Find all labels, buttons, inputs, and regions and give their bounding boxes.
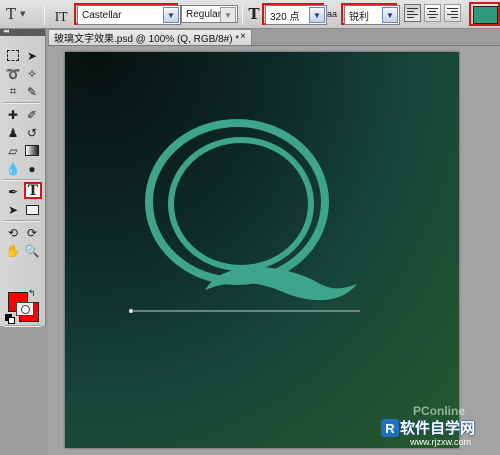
type-tool-icon: T — [6, 5, 17, 23]
chevron-down-icon[interactable]: ▼ — [309, 7, 325, 23]
options-bar: T ▼ IT Castellar ▼ Regular ▼ T 320 点 ▼ a… — [0, 0, 500, 29]
site-watermark-title: 软件自学网 — [400, 419, 476, 437]
divider — [4, 325, 41, 327]
anti-alias-select[interactable]: 锐利 ▼ — [344, 5, 400, 25]
brush-tool-icon[interactable]: ✐ — [23, 106, 41, 123]
font-style-select[interactable]: Regular ▼ — [181, 5, 238, 23]
align-left-button[interactable] — [404, 4, 421, 22]
gradient-tool-icon[interactable] — [23, 142, 41, 159]
divider — [4, 220, 41, 222]
font-family-highlight: Castellar ▼ — [74, 3, 181, 25]
text-color-swatch[interactable] — [473, 6, 498, 24]
default-colors-icon[interactable] — [5, 314, 15, 324]
canvas[interactable]: Q — [65, 52, 459, 448]
divider — [4, 179, 41, 181]
eraser-tool-icon[interactable]: ▱ — [4, 142, 22, 159]
document-tab-title: 玻璃文字效果.psd @ 100% (Q, RGB/8#) * — [54, 34, 240, 45]
crop-tool-icon[interactable]: ⌗ — [4, 83, 22, 100]
clone-stamp-tool-icon[interactable]: ♟ — [4, 124, 22, 141]
3d-rotate-tool-icon[interactable]: ⟲ — [4, 224, 22, 241]
font-size-highlight: 320 点 ▼ — [262, 3, 327, 25]
baseline-anchor — [128, 308, 134, 314]
font-family-value: Castellar — [82, 9, 122, 21]
font-size-select[interactable]: 320 点 ▼ — [265, 5, 327, 25]
zoom-tool-icon[interactable]: 🔍 — [23, 242, 41, 259]
pen-tool-icon[interactable]: ✒ — [4, 183, 22, 200]
collapse-icon[interactable]: ◂◂ — [3, 27, 9, 35]
text-orientation-icon: IT — [54, 10, 68, 24]
hand-tool-icon[interactable]: ✋ — [4, 242, 22, 259]
quick-mask-button[interactable] — [16, 302, 34, 316]
divider — [242, 3, 243, 25]
chevron-down-icon[interactable]: ▼ — [163, 7, 179, 23]
tool-preset-picker[interactable]: T ▼ — [6, 4, 40, 24]
move-tool-icon[interactable]: ➤ — [23, 47, 41, 64]
panel-grip[interactable]: ◂◂ — [0, 27, 45, 36]
anti-alias-value: 锐利 — [349, 11, 369, 23]
eyedropper-tool-icon[interactable]: ✎ — [23, 83, 41, 100]
magic-wand-tool-icon[interactable]: ✧ — [23, 65, 41, 82]
tools-panel: ◂◂ ➤ ➰ ✧ ⌗ ✎ ✚ ✐ ♟ ↺ ▱ 💧 ● ✒ T ➤ ⟲ ⟳ ✋ 🔍… — [0, 27, 46, 327]
chevron-down-icon: ▼ — [20, 10, 26, 18]
3d-orbit-tool-icon[interactable]: ⟳ — [23, 224, 41, 241]
history-brush-tool-icon[interactable]: ↺ — [23, 124, 41, 141]
text-color-highlight — [469, 2, 500, 26]
site-logo-badge: R — [381, 419, 399, 437]
align-right-button[interactable] — [444, 4, 461, 22]
font-style-value: Regular — [186, 8, 222, 20]
type-tool-icon[interactable]: T — [24, 182, 42, 199]
align-center-button[interactable] — [424, 4, 441, 22]
letter-q-glyph — [145, 119, 357, 301]
type-tool-glyph: T — [27, 182, 39, 199]
rectangular-marquee-tool-icon[interactable] — [4, 47, 22, 64]
quick-mask-icon — [20, 304, 30, 314]
chevron-down-icon[interactable]: ▼ — [382, 7, 398, 23]
anti-alias-highlight: 锐利 ▼ — [341, 3, 400, 25]
divider — [44, 3, 45, 25]
document-tab[interactable]: 玻璃文字效果.psd @ 100% (Q, RGB/8#) * × — [48, 29, 252, 45]
chevron-down-icon[interactable]: ▼ — [220, 7, 236, 22]
lasso-tool-icon[interactable]: ➰ — [4, 65, 22, 82]
dodge-tool-icon[interactable]: ● — [23, 160, 41, 177]
site-watermark-url: www.rjzxw.com — [410, 437, 472, 447]
path-selection-tool-icon[interactable]: ➤ — [4, 201, 22, 218]
text-orientation-button[interactable]: IT — [52, 4, 70, 24]
font-size-icon: T — [248, 5, 260, 23]
swap-colors-icon[interactable]: ↰ — [28, 288, 36, 299]
rectangle-tool-icon[interactable] — [23, 201, 41, 218]
pconline-watermark: PConline — [413, 404, 466, 418]
font-size-value: 320 点 — [270, 11, 300, 23]
close-icon[interactable]: × — [240, 31, 246, 42]
spot-healing-tool-icon[interactable]: ✚ — [4, 106, 22, 123]
font-family-select[interactable]: Castellar ▼ — [77, 5, 181, 25]
canvas-artwork — [128, 119, 360, 314]
anti-alias-icon: aa — [327, 9, 338, 19]
blur-tool-icon[interactable]: 💧 — [4, 160, 22, 177]
divider — [4, 102, 41, 104]
